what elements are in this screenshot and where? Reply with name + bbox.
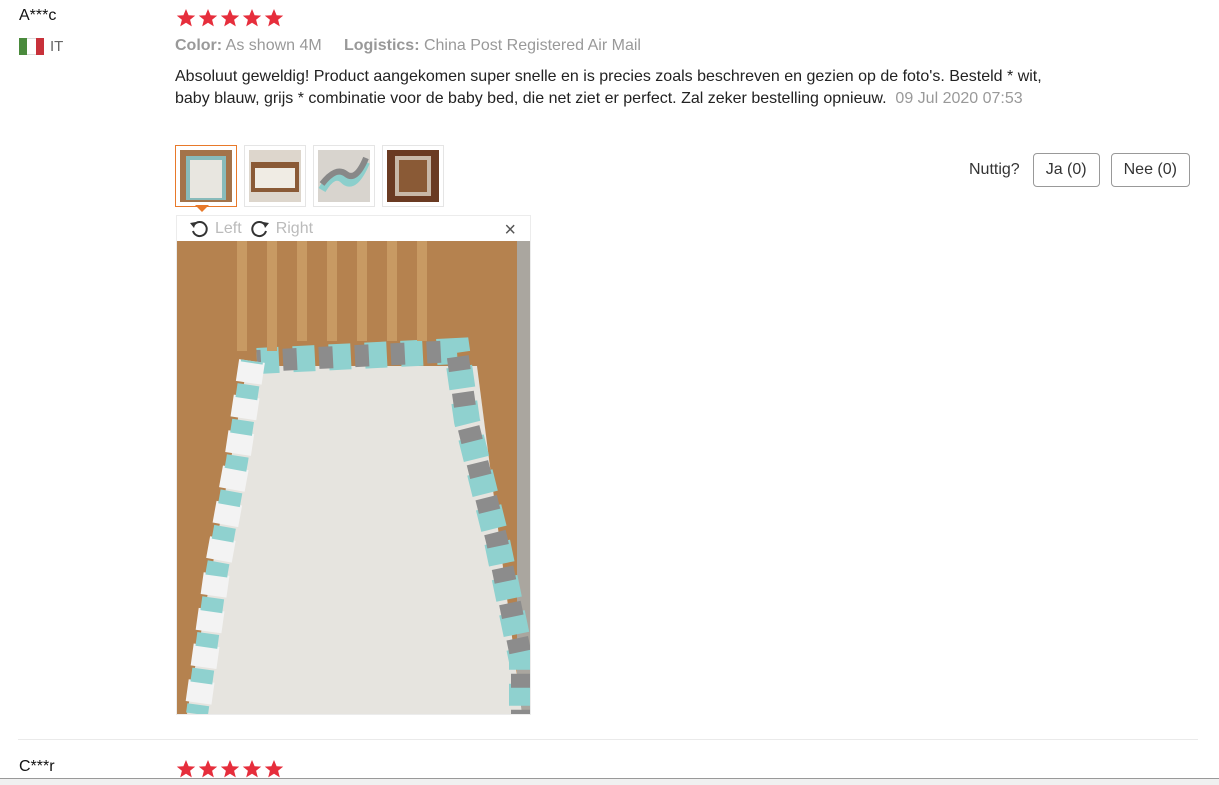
star-icon [242,9,262,27]
rotate-left-button[interactable]: Left [189,219,242,239]
viewer-toolbar: Left Right × [177,216,530,242]
review-divider [18,739,1198,740]
star-icon [264,9,284,27]
review-body: Absoluut geweldig! Product aangekomen su… [175,66,1070,110]
star-icon [198,9,218,27]
photo-thumbnail[interactable] [382,145,444,207]
crib-wide-image [249,150,301,202]
star-icon [242,760,262,778]
rotate-right-button[interactable]: Right [250,219,313,239]
close-viewer-button[interactable]: × [504,219,516,242]
helpful-label: Nuttig? [969,161,1020,178]
review-date: 09 Jul 2020 07:53 [895,90,1023,107]
photo-thumbnail[interactable] [313,145,375,207]
rotate-left-label: Left [215,220,242,237]
rotate-right-label: Right [275,220,314,237]
rating-stars [176,8,284,28]
crib-top-view-image [180,150,232,202]
photo-viewer: Left Right × [176,215,531,715]
star-icon [176,9,196,27]
reviewer-name: A***c [19,7,57,24]
review-meta: Color: As shown 4M Logistics: China Post… [175,37,641,55]
color-label: Color: [175,37,223,54]
star-icon [220,760,240,778]
star-icon [264,760,284,778]
braid-closeup-image [318,150,370,202]
color-value: As shown 4M [225,37,322,54]
helpful-no-button[interactable]: Nee (0) [1110,153,1190,187]
photo-thumbnail[interactable] [244,145,306,207]
rotate-left-icon [190,221,208,238]
logistics-label: Logistics: [343,37,420,54]
crib-dark-image [387,150,439,202]
rotate-right-icon [251,221,269,238]
rating-stars [176,759,284,779]
helpful-vote: Nuttig? Ja (0) Nee (0) [969,153,1190,187]
enlarged-photo [177,241,530,714]
italy-flag-icon [19,38,44,55]
star-icon [220,9,240,27]
reviewer-country: IT [19,38,63,55]
photo-thumbnail[interactable] [175,145,237,207]
star-icon [198,760,218,778]
active-thumbnail-pointer [195,205,209,212]
star-icon [176,760,196,778]
reviewer-name: C***r [19,758,55,775]
country-code: IT [50,38,64,55]
logistics-value: China Post Registered Air Mail [423,37,641,54]
helpful-yes-button[interactable]: Ja (0) [1032,153,1100,187]
review-photo-thumbnails [175,145,444,207]
